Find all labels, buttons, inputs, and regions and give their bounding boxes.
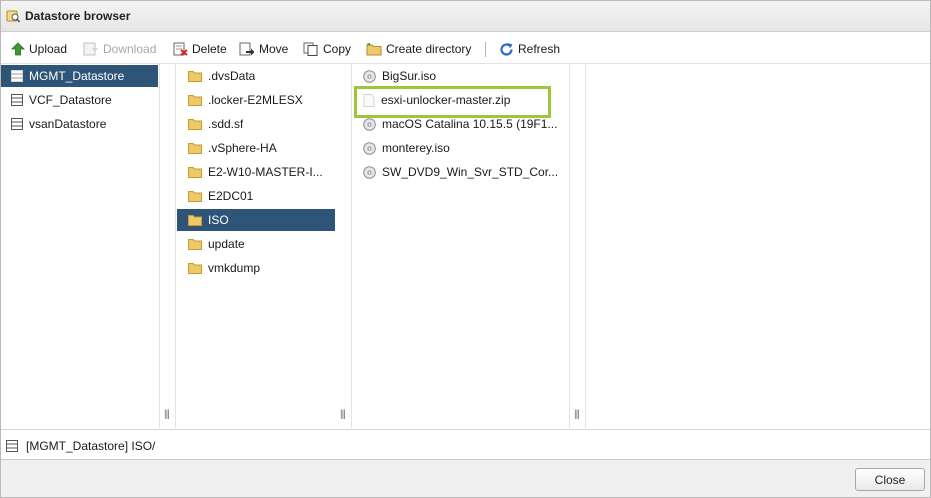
datastore-icon xyxy=(11,94,23,106)
disc-icon xyxy=(363,117,376,131)
file-label: monterey.iso xyxy=(382,141,450,155)
folder-list: .dvsData .locker-E2MLESX .sdd.sf .vSphere-H… xyxy=(176,64,337,428)
file-item[interactable]: macOS Catalina 10.15.5 (19F1... xyxy=(353,113,568,135)
delete-icon xyxy=(173,42,188,56)
datastore-icon xyxy=(6,440,18,452)
splitter-grip-icon: ||| xyxy=(164,409,170,420)
folder-icon xyxy=(188,191,202,202)
folder-label: .sdd.sf xyxy=(208,117,244,131)
folder-label: .locker-E2MLESX xyxy=(208,93,303,107)
file-label: macOS Catalina 10.15.5 (19F1... xyxy=(382,117,558,131)
copy-icon xyxy=(303,42,318,56)
folder-label: ISO xyxy=(208,213,229,227)
download-button[interactable]: Download xyxy=(83,40,156,58)
datastore-search-icon xyxy=(6,10,20,23)
pane-splitter[interactable]: ||| xyxy=(570,64,586,428)
toolbar: Upload Download Delete Move Copy Create … xyxy=(1,33,930,64)
folder-icon xyxy=(188,239,202,250)
file-item[interactable]: monterey.iso xyxy=(353,137,568,159)
datastore-label: MGMT_Datastore xyxy=(29,69,125,83)
folder-icon xyxy=(188,167,202,178)
file-label: esxi-unlocker-master.zip xyxy=(381,93,511,107)
upload-label: Upload xyxy=(29,42,68,56)
file-item[interactable]: BigSur.iso xyxy=(353,65,568,87)
datastore-browser-window: Datastore browser Upload Download Delete xyxy=(0,0,931,498)
folder-label: E2DC01 xyxy=(208,189,254,203)
move-button[interactable]: Move xyxy=(239,40,288,58)
folder-icon xyxy=(188,143,202,154)
folder-icon xyxy=(188,215,202,226)
folder-item[interactable]: E2-W10-MASTER-I... xyxy=(177,161,335,183)
datastore-icon xyxy=(11,70,23,82)
datastore-item-vcf[interactable]: VCF_Datastore xyxy=(1,89,112,111)
current-path: [MGMT_Datastore] ISO/ xyxy=(26,439,156,453)
refresh-label: Refresh xyxy=(518,42,561,56)
folder-label: vmkdump xyxy=(208,261,261,275)
copy-label: Copy xyxy=(323,42,352,56)
folder-label: .dvsData xyxy=(208,69,256,83)
create-directory-button[interactable]: Create directory xyxy=(366,40,471,58)
datastore-item-vsan[interactable]: vsanDatastore xyxy=(1,113,106,135)
datastore-label: vsanDatastore xyxy=(29,117,107,131)
empty-detail-pane xyxy=(586,64,930,428)
folder-item[interactable]: update xyxy=(177,233,335,255)
splitter-grip-icon: ||| xyxy=(574,409,580,420)
delete-button[interactable]: Delete xyxy=(173,40,227,58)
new-folder-icon xyxy=(366,42,382,56)
folder-item[interactable]: .dvsData xyxy=(177,65,335,87)
copy-button[interactable]: Copy xyxy=(303,40,351,58)
disc-icon xyxy=(363,141,376,155)
folder-item[interactable]: .locker-E2MLESX xyxy=(177,89,335,111)
disc-icon xyxy=(363,165,376,179)
folder-label: .vSphere-HA xyxy=(208,141,277,155)
download-icon xyxy=(83,42,98,56)
datastore-label: VCF_Datastore xyxy=(29,93,112,107)
pane-splitter[interactable]: ||| xyxy=(336,64,352,428)
file-list: BigSur.iso esxi-unlocker-master.zip macOS … xyxy=(352,64,570,428)
datastore-list: MGMT_Datastore VCF_Datastore vsanDatasto… xyxy=(1,64,160,428)
title-bar: Datastore browser xyxy=(1,1,930,32)
pane-splitter[interactable]: ||| xyxy=(160,64,176,428)
folder-label: E2-W10-MASTER-I... xyxy=(208,165,323,179)
create-directory-label: Create directory xyxy=(386,42,472,56)
folder-icon xyxy=(188,71,202,82)
folder-item[interactable]: .sdd.sf xyxy=(177,113,335,135)
refresh-icon xyxy=(500,42,513,56)
delete-label: Delete xyxy=(192,42,227,56)
folder-item[interactable]: .vSphere-HA xyxy=(177,137,335,159)
toolbar-separator xyxy=(485,42,486,57)
file-label: BigSur.iso xyxy=(382,69,437,83)
folder-item[interactable]: vmkdump xyxy=(177,257,335,279)
file-item[interactable]: esxi-unlocker-master.zip xyxy=(353,89,568,111)
upload-arrow-icon xyxy=(11,42,25,56)
move-icon xyxy=(239,42,255,56)
splitter-grip-icon: ||| xyxy=(340,409,346,420)
folder-icon xyxy=(188,119,202,130)
close-button[interactable]: Close xyxy=(855,468,925,491)
folder-item[interactable]: ISO xyxy=(177,209,335,231)
folder-label: update xyxy=(208,237,245,251)
folder-icon xyxy=(188,263,202,274)
upload-button[interactable]: Upload xyxy=(11,40,67,58)
refresh-button[interactable]: Refresh xyxy=(499,40,560,58)
folder-item[interactable]: E2DC01 xyxy=(177,185,335,207)
datastore-icon xyxy=(11,118,23,130)
status-bar: [MGMT_Datastore] ISO/ xyxy=(1,429,930,459)
file-label: SW_DVD9_Win_Svr_STD_Cor... xyxy=(382,165,559,179)
file-item[interactable]: SW_DVD9_Win_Svr_STD_Cor... xyxy=(353,161,568,183)
folder-icon xyxy=(188,95,202,106)
file-icon xyxy=(363,93,375,107)
disc-icon xyxy=(363,69,376,83)
download-label: Download xyxy=(103,42,157,56)
datastore-item-mgmt[interactable]: MGMT_Datastore xyxy=(1,65,158,87)
move-label: Move xyxy=(259,42,289,56)
browser-panes: MGMT_Datastore VCF_Datastore vsanDatasto… xyxy=(1,64,930,428)
dialog-footer: Close xyxy=(1,459,930,497)
window-title: Datastore browser xyxy=(25,9,131,23)
